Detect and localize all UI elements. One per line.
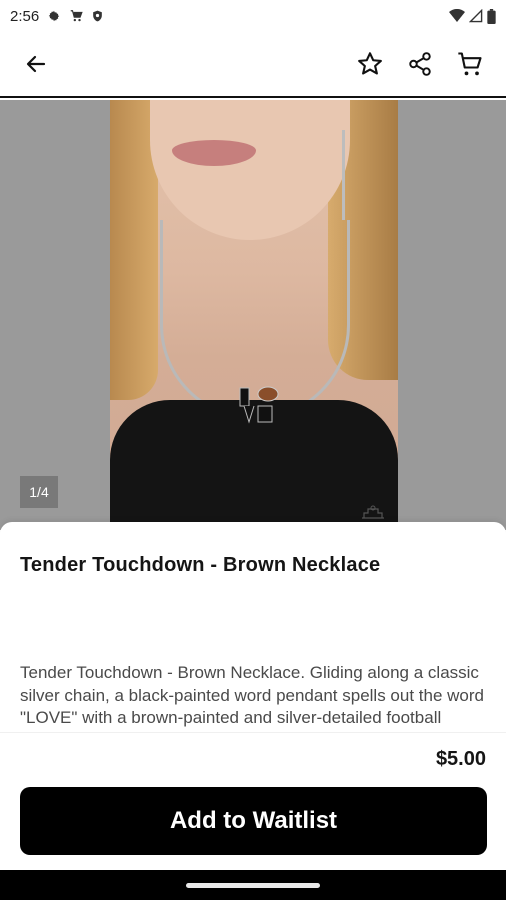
system-nav-bar: [0, 870, 506, 900]
description-divider: [0, 732, 506, 746]
status-time: 2:56: [10, 7, 40, 25]
product-description: Tender Touchdown - Brown Necklace. Glidi…: [20, 663, 484, 734]
product-photo: [110, 100, 398, 530]
status-left: 2:56: [10, 8, 104, 25]
product-price: $5.00: [435, 748, 486, 770]
signal-icon: [469, 9, 483, 23]
app-bar-actions: [350, 44, 490, 84]
share-icon[interactable]: [400, 44, 440, 84]
status-right: [449, 8, 496, 24]
wifi-icon: [449, 9, 465, 23]
image-page-indicator: 1/4: [20, 476, 58, 508]
brand-logo-icon: [362, 505, 384, 519]
settings-icon: [47, 9, 61, 23]
shield-icon: [91, 9, 104, 23]
product-detail-sheet: Tender Touchdown - Brown Necklace Tender…: [0, 522, 506, 870]
product-title: Tender Touchdown - Brown Necklace: [20, 554, 381, 576]
cart-notification-icon: [69, 9, 83, 23]
battery-icon: [487, 8, 496, 24]
back-arrow-icon[interactable]: [16, 44, 56, 84]
top-app-bar: [0, 32, 506, 98]
status-bar: 2:56: [0, 0, 506, 32]
star-icon[interactable]: [350, 44, 390, 84]
product-image-gallery[interactable]: 1/4: [0, 100, 506, 530]
home-indicator[interactable]: [186, 882, 320, 888]
cart-icon[interactable]: [450, 44, 490, 84]
add-to-waitlist-button[interactable]: Add to Waitlist: [20, 787, 487, 855]
love-pendant-image: [239, 386, 279, 424]
